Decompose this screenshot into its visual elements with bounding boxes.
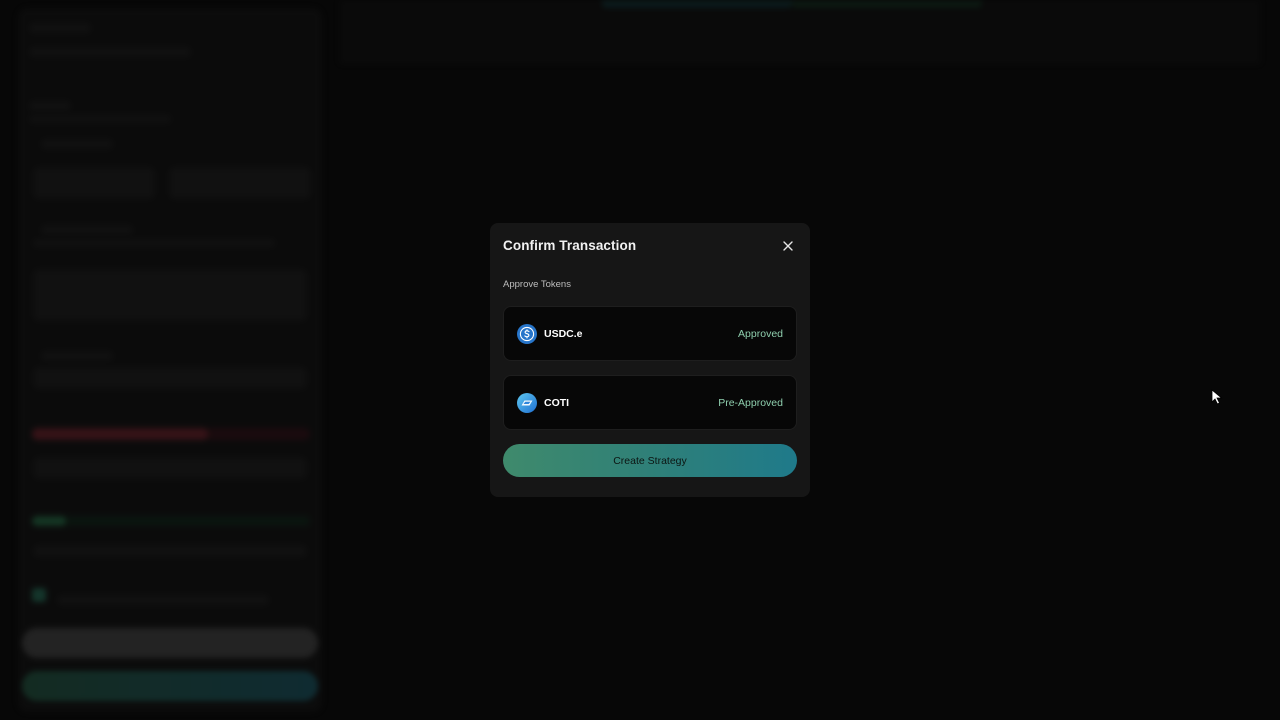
mouse-cursor-icon [1211, 389, 1223, 405]
coti-icon [517, 392, 537, 413]
token-card-usdc: USDC.e Approved [503, 306, 797, 361]
usdc-icon [517, 323, 537, 344]
app-viewport: Confirm Transaction Approve Tokens USDC.… [0, 0, 1280, 720]
token-name: USDC.e [544, 327, 583, 340]
approve-tokens-label: Approve Tokens [503, 279, 571, 290]
modal-title: Confirm Transaction [503, 238, 637, 253]
background-checkbox [32, 588, 46, 602]
background-red-fill [32, 428, 208, 440]
create-strategy-button[interactable]: Create Strategy [503, 444, 797, 477]
background-green-bar [32, 516, 310, 526]
token-status: Approved [738, 327, 783, 340]
background-topbar [340, 0, 1260, 63]
close-icon [783, 241, 793, 251]
close-button[interactable] [779, 237, 797, 255]
token-status: Pre-Approved [718, 396, 783, 409]
token-card-coti: COTI Pre-Approved [503, 375, 797, 430]
token-name: COTI [544, 396, 570, 409]
background-sidebar [18, 8, 322, 712]
confirm-transaction-modal: Confirm Transaction Approve Tokens USDC.… [490, 223, 810, 497]
background-green-fill [32, 516, 66, 526]
modal-header: Confirm Transaction [503, 223, 797, 271]
background-gradient-button [22, 671, 318, 701]
background-gray-button [22, 628, 318, 658]
